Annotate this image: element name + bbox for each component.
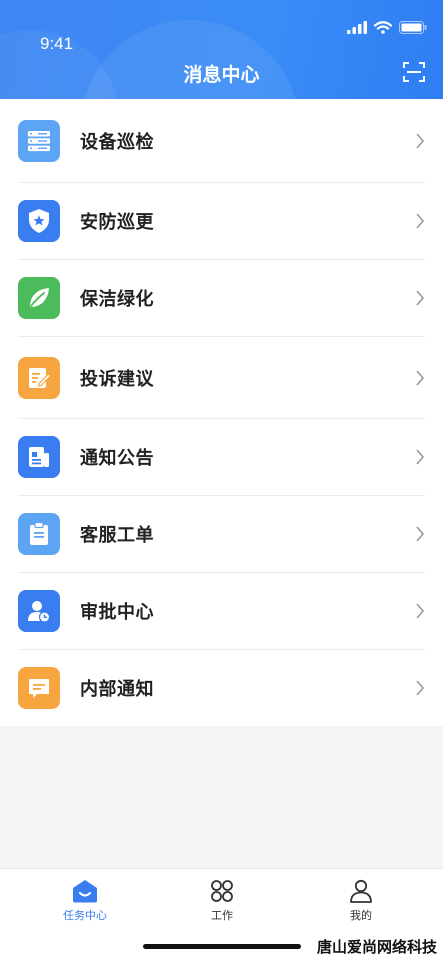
leaf-icon <box>18 277 60 319</box>
chevron-right-icon <box>416 449 425 465</box>
chevron-right-icon <box>416 526 425 542</box>
user-clock-icon <box>18 590 60 632</box>
tab-label: 工作 <box>211 910 233 922</box>
message-icon <box>18 667 60 709</box>
clipboard-icon <box>18 513 60 555</box>
chevron-right-icon <box>416 213 425 229</box>
menu-item-complaints-suggestions[interactable]: 投诉建议 <box>18 337 425 419</box>
server-icon <box>18 119 60 162</box>
header-bar: 9:41 消息中心 <box>0 0 443 99</box>
page-title: 消息中心 <box>183 65 260 86</box>
menu-item-label: 安防巡更 <box>80 212 154 232</box>
document-icon <box>18 436 60 478</box>
menu-item-label: 保洁绿化 <box>80 289 154 309</box>
chevron-right-icon <box>416 369 425 386</box>
status-time: 9:41 <box>40 34 74 53</box>
menu-item-announcements[interactable]: 通知公告 <box>18 419 425 496</box>
chevron-right-icon <box>416 132 425 149</box>
menu-item-label: 投诉建议 <box>80 368 154 389</box>
menu-list: 设备巡检 安防巡更 保洁绿化 投诉建议 通知公告 客服工单 审批中心 内部通知 <box>0 99 443 726</box>
menu-item-label: 客服工单 <box>80 525 154 545</box>
tab-label: 任务中心 <box>63 910 107 922</box>
menu-item-label: 内部通知 <box>80 679 154 699</box>
signal-icon <box>347 20 367 34</box>
chevron-right-icon <box>416 603 425 619</box>
menu-item-internal-notices[interactable]: 内部通知 <box>18 650 425 726</box>
tab-mine[interactable]: 我的 <box>321 879 401 923</box>
menu-item-label: 审批中心 <box>80 602 154 622</box>
watermark-text: 唐山爱尚网络科技 <box>316 939 437 956</box>
grid-icon <box>211 880 233 902</box>
tab-label: 我的 <box>350 910 372 922</box>
menu-item-approval-center[interactable]: 审批中心 <box>18 573 425 650</box>
home-indicator[interactable] <box>143 944 301 949</box>
status-icons <box>347 18 427 36</box>
menu-item-service-tickets[interactable]: 客服工单 <box>18 496 425 573</box>
chevron-right-icon <box>416 290 425 306</box>
tab-work[interactable]: 工作 <box>182 879 262 923</box>
home-icon <box>73 880 97 903</box>
menu-item-label: 设备巡检 <box>80 131 154 152</box>
menu-item-cleaning-greening[interactable]: 保洁绿化 <box>18 260 425 337</box>
scan-icon[interactable] <box>402 60 426 84</box>
menu-item-label: 通知公告 <box>80 448 154 468</box>
menu-item-security-patrol[interactable]: 安防巡更 <box>18 183 425 260</box>
wifi-icon <box>374 20 392 34</box>
edit-note-icon <box>18 356 60 399</box>
battery-icon <box>399 20 427 34</box>
menu-item-equipment-inspection[interactable]: 设备巡检 <box>18 99 425 183</box>
profile-icon <box>350 879 372 903</box>
tab-task-center[interactable]: 任务中心 <box>45 879 125 923</box>
shield-icon <box>18 200 60 242</box>
chevron-right-icon <box>416 680 425 696</box>
